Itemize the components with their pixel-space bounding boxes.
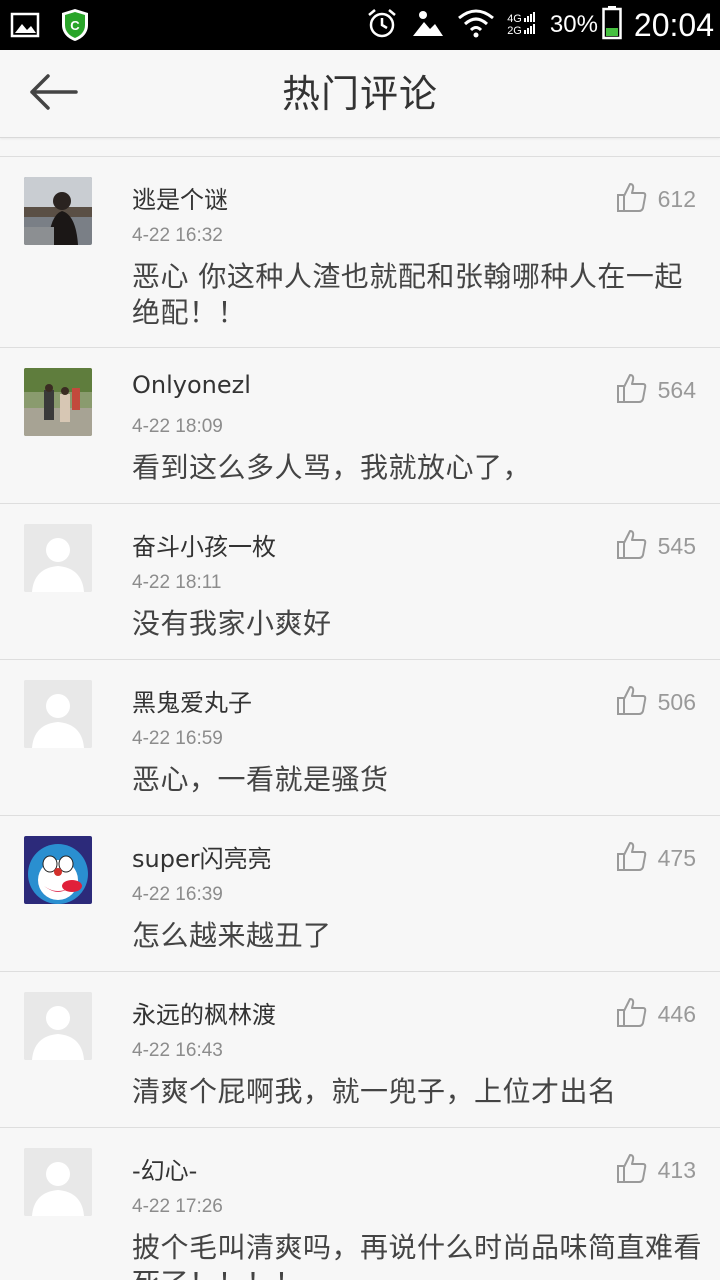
thumbs-up-icon xyxy=(616,996,648,1032)
comment-username[interactable]: 奋斗小孩一枚 xyxy=(132,527,276,562)
default-avatar[interactable] xyxy=(24,680,92,748)
comment-time: 4-22 17:26 xyxy=(132,1196,223,1217)
weather-icon xyxy=(411,6,445,44)
comment-text: 没有我家小爽好 xyxy=(132,607,332,640)
battery-icon xyxy=(602,6,622,44)
comment-item: 永远的枫林渡 4-22 16:43 清爽个屁啊我，就一兜子，上位才出名 446 xyxy=(0,972,720,1128)
default-avatar[interactable] xyxy=(24,1148,92,1216)
like-button[interactable]: 446 xyxy=(616,996,696,1032)
like-button[interactable]: 506 xyxy=(616,684,696,720)
comment-text: 看到这么多人骂，我就放心了， xyxy=(132,451,532,484)
alarm-icon xyxy=(365,6,399,44)
comment-time: 4-22 16:43 xyxy=(132,1040,223,1061)
wifi-icon xyxy=(457,8,495,42)
gallery-icon xyxy=(10,10,40,44)
comment-text: 披个毛叫清爽吗，再说什么时尚品味简直难看死了！！！！ xyxy=(132,1231,703,1280)
battery-percentage: 30% xyxy=(549,11,598,38)
like-count: 545 xyxy=(657,532,696,559)
comment-time: 4-22 18:09 xyxy=(132,416,223,437)
like-button[interactable]: 612 xyxy=(616,181,696,217)
like-count: 506 xyxy=(657,688,696,715)
avatar[interactable] xyxy=(24,836,92,904)
comment-username[interactable]: -幻心- xyxy=(132,1151,197,1186)
network-indicator: 4G 2G xyxy=(507,13,522,37)
comment-item: 黑鬼爱丸子 4-22 16:59 恶心，一看就是骚货 506 xyxy=(0,660,720,816)
like-button[interactable]: 413 xyxy=(616,1152,696,1188)
comment-username[interactable]: Onlyonezl xyxy=(132,371,251,399)
comment-time: 4-22 16:59 xyxy=(132,728,223,749)
thumbs-up-icon xyxy=(616,528,648,564)
comment-username[interactable]: super闪亮亮 xyxy=(132,839,272,874)
like-button[interactable]: 564 xyxy=(616,372,696,408)
avatar[interactable] xyxy=(24,368,92,436)
default-avatar[interactable] xyxy=(24,992,92,1060)
comment-username[interactable]: 逃是个谜 xyxy=(132,180,228,215)
thumbs-up-icon xyxy=(616,684,648,720)
clock: 20:04 xyxy=(633,6,714,43)
security-shield-icon: C xyxy=(60,8,90,46)
thumbs-up-icon xyxy=(616,372,648,408)
status-bar: C 4G 2G 30% 20:04 xyxy=(0,0,720,50)
comment-item: -幻心- 4-22 17:26 披个毛叫清爽吗，再说什么时尚品味简直难看死了！！… xyxy=(0,1128,720,1280)
page-title: 热门评论 xyxy=(281,72,438,116)
comment-text: 清爽个屁啊我，就一兜子，上位才出名 xyxy=(132,1075,617,1108)
comment-time: 4-22 16:39 xyxy=(132,884,223,905)
comment-time: 4-22 18:11 xyxy=(132,572,222,593)
network-4g-label: 4G xyxy=(507,13,522,25)
comment-text: 恶心 你这种人渣也就配和张翰哪种人在一起 绝配！！ xyxy=(132,260,683,329)
thumbs-up-icon xyxy=(616,1152,648,1188)
like-count: 475 xyxy=(657,844,696,871)
signal-icon xyxy=(523,10,538,40)
app-header: 热门评论 xyxy=(0,50,720,138)
thumbs-up-icon xyxy=(616,840,648,876)
default-avatar[interactable] xyxy=(24,524,92,592)
comment-item: super闪亮亮 4-22 16:39 怎么越来越丑了 475 xyxy=(0,816,720,972)
avatar[interactable] xyxy=(24,177,92,245)
like-button[interactable]: 475 xyxy=(616,840,696,876)
svg-text:C: C xyxy=(70,18,80,33)
comment-list[interactable]: 逃是个谜 4-22 16:32 恶心 你这种人渣也就配和张翰哪种人在一起 绝配！… xyxy=(0,157,720,1280)
like-count: 446 xyxy=(657,1000,696,1027)
comment-time: 4-22 16:32 xyxy=(132,225,223,246)
comment-item: 逃是个谜 4-22 16:32 恶心 你这种人渣也就配和张翰哪种人在一起 绝配！… xyxy=(0,157,720,348)
like-button[interactable]: 545 xyxy=(616,528,696,564)
comment-text: 怎么越来越丑了 xyxy=(132,919,332,952)
network-2g-label: 2G xyxy=(507,25,522,37)
thumbs-up-icon xyxy=(616,181,648,217)
comment-text: 恶心，一看就是骚货 xyxy=(132,763,389,796)
like-count: 564 xyxy=(657,376,696,403)
comment-item: 奋斗小孩一枚 4-22 18:11 没有我家小爽好 545 xyxy=(0,504,720,660)
comment-username[interactable]: 黑鬼爱丸子 xyxy=(132,683,252,718)
like-count: 413 xyxy=(657,1156,696,1183)
comment-username[interactable]: 永远的枫林渡 xyxy=(132,995,276,1030)
like-count: 612 xyxy=(657,185,696,212)
comment-item: Onlyonezl 4-22 18:09 看到这么多人骂，我就放心了， 564 xyxy=(0,348,720,504)
